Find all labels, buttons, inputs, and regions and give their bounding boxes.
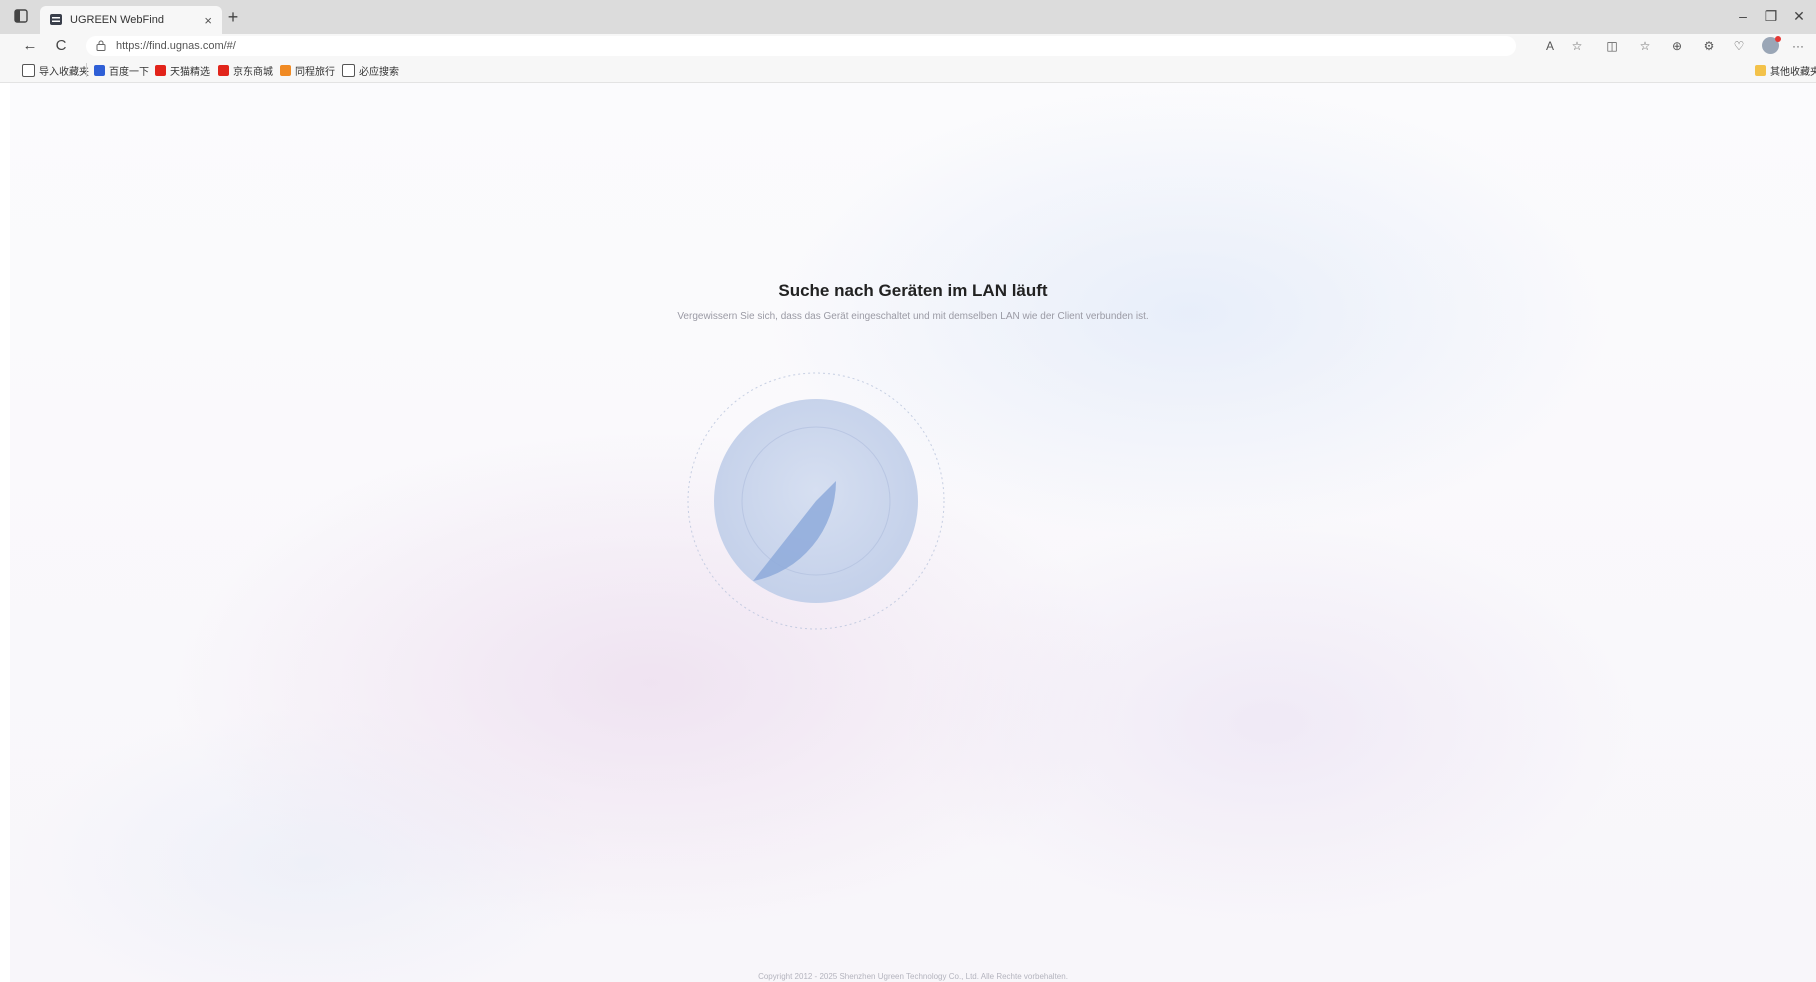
extensions-icon[interactable]: ⚙ (1701, 39, 1717, 53)
profile-avatar[interactable] (1762, 36, 1781, 54)
minimize-button[interactable]: – (1733, 8, 1753, 24)
lock-icon[interactable] (96, 40, 106, 51)
page-subtitle: Vergewissern Sie sich, dass das Gerät ei… (677, 311, 1149, 322)
jd-icon (218, 64, 229, 76)
collections-icon[interactable]: ⊕ (1669, 39, 1685, 53)
webfind-page: Suche nach Geräten im LAN läuft Vergewis… (10, 83, 1816, 982)
baidu-icon (94, 64, 105, 76)
tmall-icon (155, 64, 166, 76)
url-text[interactable]: https://find.ugnas.com/#/ (116, 40, 236, 52)
tongcheng-icon (280, 64, 291, 76)
bookmark-label: 百度一下 (109, 66, 149, 78)
bookmark-baidu[interactable]: 百度一下 (94, 63, 149, 78)
reload-button[interactable]: C (51, 37, 71, 55)
bookmark-separator (86, 63, 87, 77)
close-window-button[interactable]: ✕ (1789, 8, 1809, 25)
radar-scan-animation (687, 372, 945, 630)
bookmark-label: 导入收藏夹 (39, 66, 89, 78)
tab-title: UGREEN WebFind (70, 14, 164, 26)
favorites-icon[interactable]: ☆ (1637, 39, 1653, 53)
page-icon (342, 63, 355, 77)
folder-icon (22, 63, 35, 77)
more-menu-icon[interactable]: ··· (1790, 39, 1806, 53)
split-screen-icon[interactable]: ◫ (1604, 39, 1620, 53)
restore-button[interactable]: ❐ (1761, 8, 1781, 25)
bookmark-label: 其他收藏夹 (1770, 66, 1816, 78)
bookmark-label: 必应搜索 (359, 66, 399, 78)
bookmark-tongcheng[interactable]: 同程旅行 (280, 63, 335, 78)
bookmark-jd[interactable]: 京东商城 (218, 63, 273, 78)
bookmark-import-favorites[interactable]: 导入收藏夹 (22, 63, 89, 78)
browser-tab[interactable]: UGREEN WebFind × (40, 6, 222, 34)
back-button[interactable]: ← (20, 37, 40, 55)
page-title: Suche nach Geräten im LAN läuft (778, 281, 1048, 300)
copyright-text: Copyright 2012 - 2025 Shenzhen Ugreen Te… (758, 972, 1068, 981)
address-toolbar: ← C https://find.ugnas.com/#/ A ☆ ◫ ☆ ⊕ … (0, 34, 1816, 58)
bookmark-label: 同程旅行 (295, 66, 335, 78)
address-bar[interactable]: https://find.ugnas.com/#/ (86, 36, 1516, 56)
new-tab-button[interactable]: + (222, 6, 244, 28)
favorite-star-icon[interactable]: ☆ (1569, 39, 1585, 53)
tab-strip: UGREEN WebFind × + – ❐ ✕ (0, 0, 1816, 34)
tab-close-icon[interactable]: × (204, 13, 212, 28)
read-aloud-icon[interactable]: A (1542, 39, 1558, 53)
bookmark-tmall[interactable]: 天猫精选 (155, 63, 210, 78)
folder-icon (1755, 64, 1766, 76)
browser-essentials-icon[interactable]: ♡ (1731, 39, 1747, 53)
tab-actions-icon[interactable] (14, 9, 28, 23)
bookmark-label: 天猫精选 (170, 66, 210, 78)
bookmark-bing[interactable]: 必应搜索 (342, 63, 399, 78)
bookmarks-bar: 导入收藏夹 百度一下 天猫精选 京东商城 同程旅行 必应搜索 其他收藏夹 (0, 58, 1816, 83)
bookmark-label: 京东商城 (233, 66, 273, 78)
ugreen-favicon (50, 14, 62, 25)
bookmark-other-folder[interactable]: 其他收藏夹 (1755, 63, 1816, 78)
